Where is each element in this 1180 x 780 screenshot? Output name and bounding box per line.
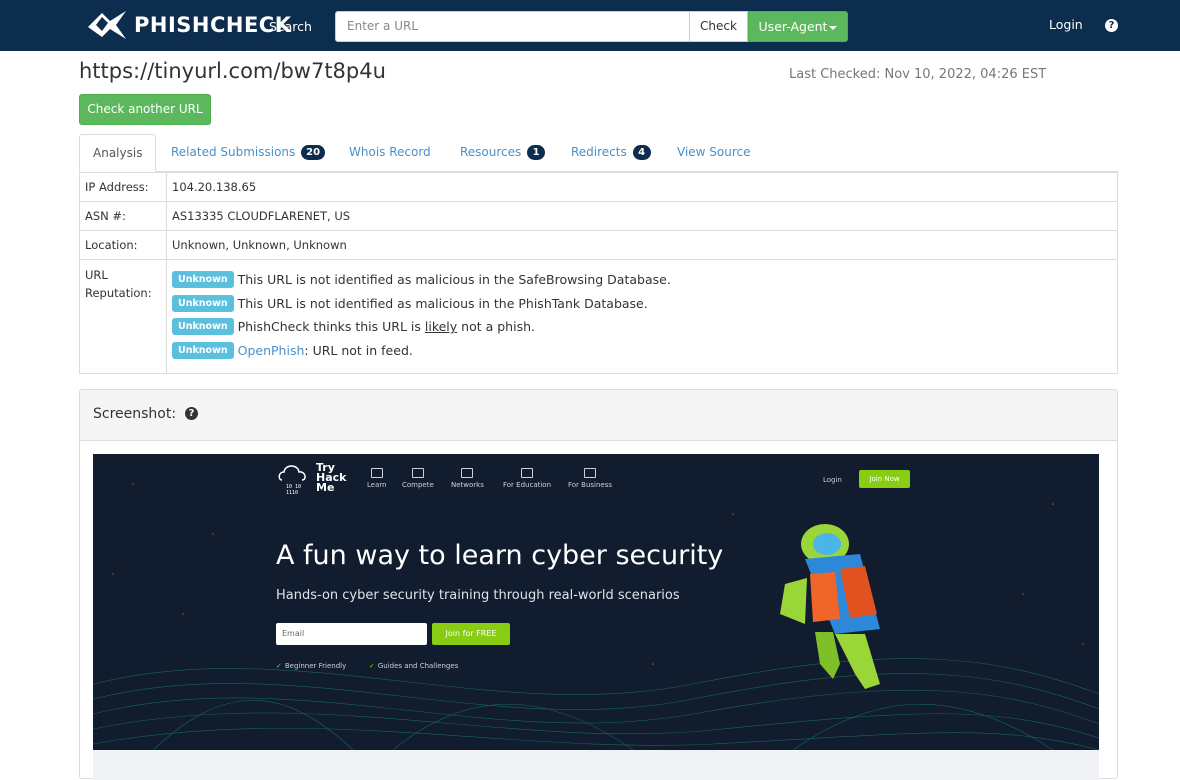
login-link[interactable]: Login [1049,17,1083,32]
tab-whois-record[interactable]: Whois Record [349,134,431,172]
tab-redirects[interactable]: Redirects 4 [571,134,651,172]
table-row: URL Reputation: Unknown This URL is not … [79,259,1118,374]
user-agent-label: User-Agent [758,19,828,34]
tab-label: Resources [460,145,522,159]
site-email-field: Email [276,623,427,645]
status-badge: Unknown [172,318,234,336]
analysis-table: IP Address: 104.20.138.65 ASN #: AS13335… [79,172,1118,374]
check-icon: ✓ [276,662,282,670]
nav-search-link[interactable]: Search [269,19,312,34]
help-icon[interactable]: ? [1105,19,1118,32]
briefcase-icon [584,468,597,478]
site-login: Login [823,476,842,484]
reputation-text: This URL is not identified as malicious … [237,295,648,311]
tab-view-source[interactable]: View Source [677,134,751,172]
reputation-line: Unknown This URL is not identified as ma… [172,268,1112,292]
site-nav-business: For Business [568,468,612,489]
screenshot-title: Screenshot: [93,406,177,422]
table-row: ASN #: AS13335 CLOUDFLARENET, US [79,201,1118,231]
asn-label: ASN #: [79,201,167,231]
logo-text: Me [316,481,335,494]
count-badge: 1 [527,145,546,160]
site-nav-label: For Education [503,481,552,489]
result-tabs: Analysis Related Submissions 20 Whois Re… [79,134,1118,172]
table-row: Location: Unknown, Unknown, Unknown [79,230,1118,260]
site-screenshot: 10 10 1110 Try Hack Me Learn Compete Net… [93,454,1099,750]
ip-value: 104.20.138.65 [166,172,1118,202]
check-button[interactable]: Check [690,11,748,42]
site-feature-label: Beginner Friendly [284,662,347,670]
url-input[interactable]: Enter a URL [335,11,690,42]
last-checked: Last Checked: Nov 10, 2022, 04:26 EST [789,67,1047,82]
navbar: PHISHCHECK Search Enter a URL Check User… [0,0,1180,51]
count-badge: 4 [632,145,651,160]
screenshot-panel: Screenshot: ? 10 10 1110 Try Hack Me Lea… [79,389,1118,780]
location-value: Unknown, Unknown, Unknown [166,230,1118,260]
check-icon: ✓ [369,662,375,670]
trophy-icon [411,468,424,478]
panel-heading: Screenshot: ? [80,390,1117,441]
screenshot-bottom-strip [93,750,1099,780]
tab-analysis[interactable]: Analysis [79,134,157,172]
reputation-text-part: not a phish. [457,319,535,335]
astronaut-illustration-icon [780,524,880,689]
caret-down-icon [829,25,838,30]
tryhackme-wordmark: Try Hack Me [316,462,346,494]
check-another-url-button[interactable]: Check another URL [79,94,211,125]
tryhackme-logo: 10 10 1110 Try Hack Me [276,460,346,496]
help-icon[interactable]: ? [185,407,198,420]
count-badge: 20 [301,145,326,160]
site-feature: ✓ Beginner Friendly [276,662,346,670]
status-badge: Unknown [172,271,234,289]
openphish-link[interactable]: OpenPhish [238,343,305,358]
user-agent-dropdown[interactable]: User-Agent [748,11,848,42]
svg-text:1110: 1110 [286,490,298,496]
phishcheck-logo-icon [88,11,126,39]
table-row: IP Address: 104.20.138.65 [79,172,1118,202]
reputation-line: Unknown OpenPhish: URL not in feed. [172,339,1112,363]
site-nav-label: Networks [451,481,484,489]
site-nav-education: For Education [503,468,551,489]
reputation-text: This URL is not identified as malicious … [237,272,671,288]
reputation-line: Unknown This URL is not identified as ma… [172,292,1112,316]
site-join-now: Join Now [859,470,910,488]
reputation-text: PhishCheck thinks this URL is likely not… [238,319,535,334]
site-nav-label: For Business [568,481,613,489]
site-feature-label: Guides and Challenges [377,662,459,670]
site-nav-compete: Compete [402,468,434,489]
brand-name: PHISHCHECK [134,13,292,37]
tab-label: Analysis [93,146,143,160]
network-icon [461,468,474,478]
cloud-icon: 10 10 1110 [278,465,306,496]
reputation-line: Unknown PhishCheck thinks this URL is li… [172,315,1112,339]
tab-label: Related Submissions [171,145,296,159]
book-icon [370,468,383,478]
site-join-free: Join for FREE [432,623,510,645]
reputation-value: Unknown This URL is not identified as ma… [166,259,1118,374]
site-nav-networks: Networks [451,468,484,489]
tab-label: Whois Record [349,145,431,159]
asn-value: AS13335 CLOUDFLARENET, US [166,201,1118,231]
site-subheadline: Hands-on cyber security training through… [276,588,680,603]
site-nav-label: Learn [367,481,387,489]
tab-label: View Source [677,145,751,159]
page-title-url: https://tinyurl.com/bw7t8p4u [79,59,386,83]
reputation-text: : URL not in feed. [304,342,413,358]
reputation-emphasis: likely [424,319,458,335]
site-nav-label: Compete [402,481,434,489]
reputation-text-part: PhishCheck thinks this URL is [237,319,425,335]
ip-label: IP Address: [79,172,167,202]
status-badge: Unknown [172,341,234,359]
tab-related-submissions[interactable]: Related Submissions 20 [171,134,326,172]
site-headline: A fun way to learn cyber security [276,540,724,571]
building-icon [521,468,533,478]
brand[interactable]: PHISHCHECK [86,6,292,44]
reputation-label: URL Reputation: [79,259,167,374]
status-badge: Unknown [172,294,234,312]
location-label: Location: [79,230,167,260]
tab-label: Redirects [571,145,627,159]
tab-resources[interactable]: Resources 1 [460,134,546,172]
site-nav-learn: Learn [367,468,387,489]
site-feature: ✓ Guides and Challenges [369,662,458,670]
